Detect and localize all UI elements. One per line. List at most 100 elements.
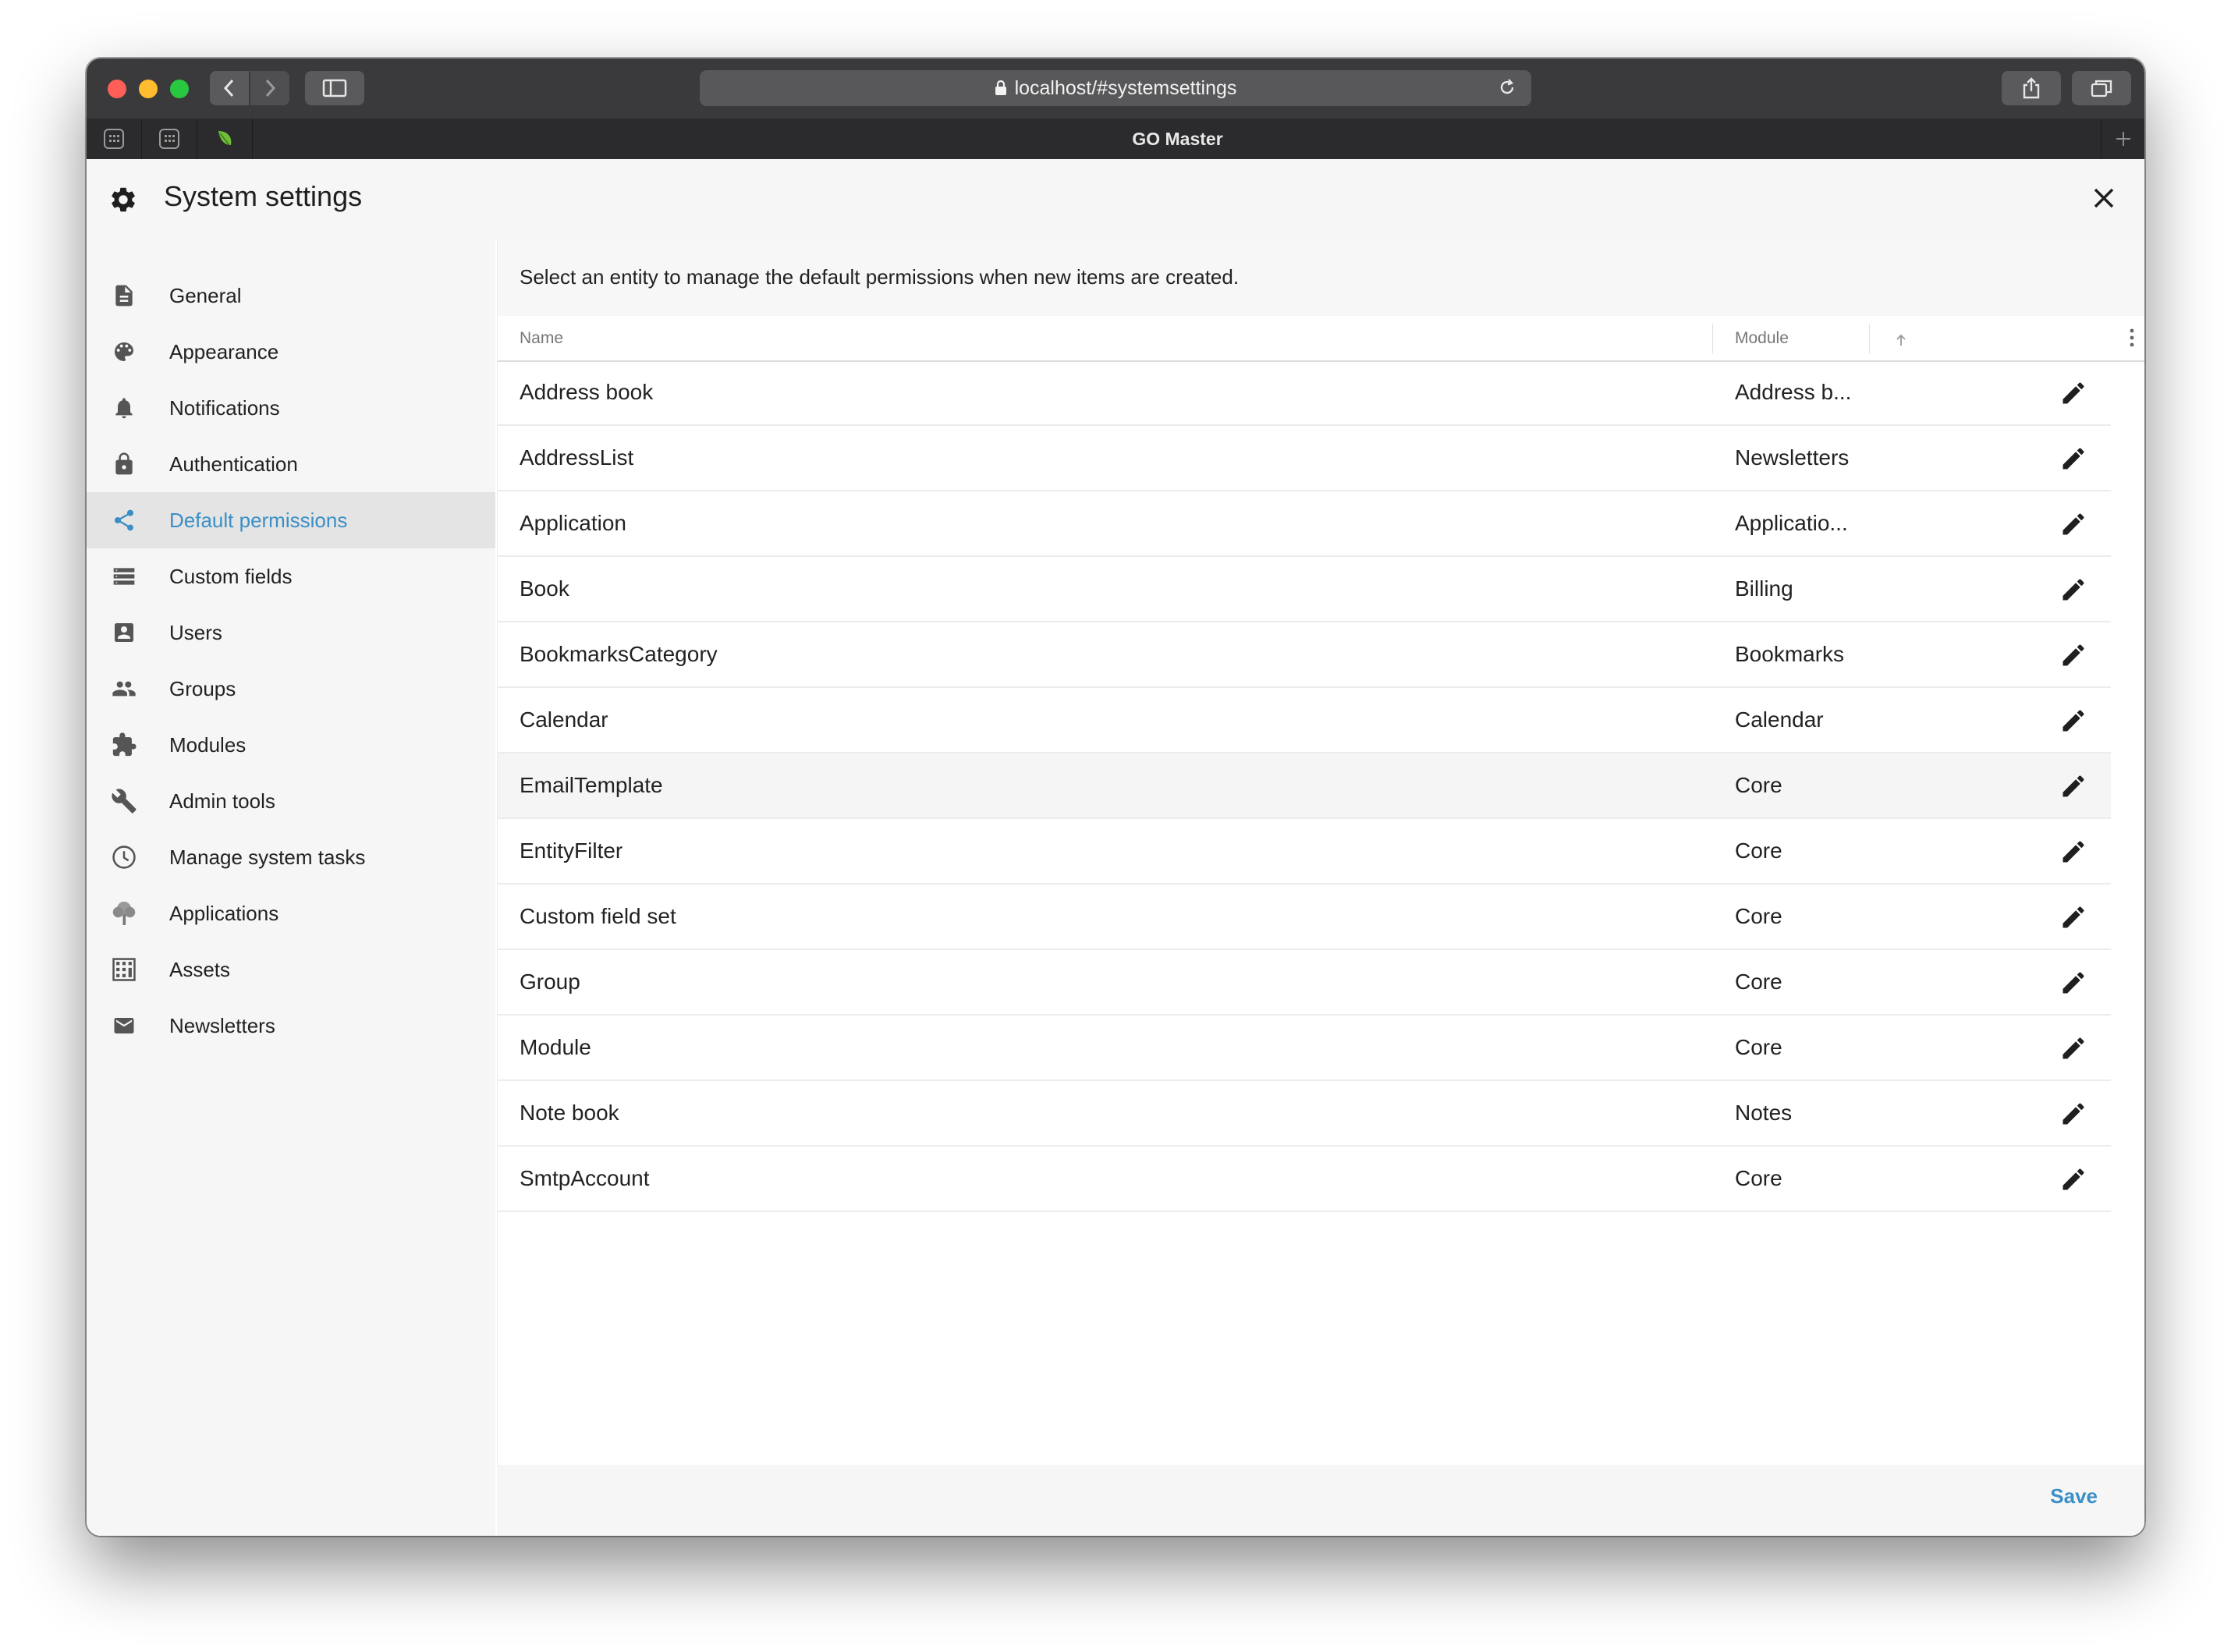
entity-module: Billing (1735, 576, 1793, 601)
sidebar-item-groups[interactable]: Groups (87, 661, 495, 717)
sidebar-item-label: Admin tools (169, 789, 275, 813)
main-content: Select an entity to manage the default p… (497, 240, 2144, 1536)
entity-module: Address b... (1735, 380, 1852, 404)
share-button[interactable] (2002, 71, 2061, 105)
palette-icon (110, 338, 138, 366)
sidebar-item-label: Default permissions (169, 508, 348, 532)
sidebar-toggle-button[interactable] (305, 71, 364, 105)
edit-icon[interactable] (2058, 509, 2089, 540)
column-divider[interactable] (1712, 324, 1713, 353)
entity-module: Core (1735, 838, 1782, 863)
close-window-button[interactable] (108, 80, 126, 98)
sidebar-item-general[interactable]: General (87, 268, 495, 324)
pinned-tab[interactable] (197, 119, 253, 159)
table-row[interactable]: Calendar Calendar (498, 688, 2111, 753)
sidebar-item-manage-system-tasks[interactable]: Manage system tasks (87, 829, 495, 885)
column-header-module[interactable]: Module (1735, 329, 1789, 348)
list-icon (110, 562, 138, 590)
sidebar-item-label: Newsletters (169, 1013, 275, 1037)
column-header-name[interactable]: Name (520, 329, 563, 348)
sidebar-item-notifications[interactable]: Notifications (87, 380, 495, 436)
edit-icon[interactable] (2058, 705, 2089, 736)
active-tab[interactable]: GO Master (254, 119, 2101, 159)
table-row[interactable]: Module Core (498, 1016, 2111, 1081)
sidebar-item-label: Authentication (169, 452, 298, 476)
table-row[interactable]: Note book Notes (498, 1081, 2111, 1147)
sidebar-item-label: Groups (169, 676, 236, 700)
sidebar-item-users[interactable]: Users (87, 604, 495, 661)
pinned-tab[interactable] (142, 119, 197, 159)
edit-icon[interactable] (2058, 443, 2089, 474)
table-row[interactable]: SmtpAccount Core (498, 1147, 2111, 1212)
entity-module: Calendar (1735, 707, 1824, 732)
address-bar[interactable]: localhost/#systemsettings (700, 70, 1531, 106)
sidebar-item-applications[interactable]: Applications (87, 885, 495, 941)
back-button[interactable] (210, 71, 249, 105)
minimize-window-button[interactable] (139, 80, 158, 98)
entity-module: Bookmarks (1735, 642, 1845, 666)
table-row[interactable]: AddressList Newsletters (498, 426, 2111, 491)
sidebar-item-default-permissions[interactable]: Default permissions (87, 492, 495, 548)
column-divider[interactable] (1869, 324, 1870, 353)
grid-app-icon (159, 129, 179, 149)
sort-ascending-icon[interactable] (1894, 333, 1908, 351)
table-row[interactable]: Custom field set Core (498, 884, 2111, 950)
entity-table: Address book Address b... AddressList Ne… (498, 360, 2111, 1212)
entity-name: SmtpAccount (520, 1166, 650, 1190)
edit-icon[interactable] (2058, 640, 2089, 671)
new-tab-button[interactable] (2101, 119, 2144, 159)
sidebar-item-newsletters[interactable]: Newsletters (87, 998, 495, 1054)
edit-icon[interactable] (2058, 1033, 2089, 1064)
table-row[interactable]: Application Applicatio... (498, 491, 2111, 557)
wrench-icon (110, 787, 138, 815)
sidebar-item-authentication[interactable]: Authentication (87, 436, 495, 492)
table-row[interactable]: EmailTemplate Core (498, 753, 2111, 819)
entity-name: Calendar (520, 707, 608, 732)
tab-overview-button[interactable] (2072, 71, 2131, 105)
table-row[interactable]: EntityFilter Core (498, 819, 2111, 884)
sidebar-item-admin-tools[interactable]: Admin tools (87, 773, 495, 829)
edit-icon[interactable] (2058, 902, 2089, 933)
browser-titlebar: localhost/#systemsettings (87, 58, 2144, 120)
table-row[interactable]: Group Core (498, 950, 2111, 1016)
browser-window: localhost/#systemsettings GO Master Syst… (87, 58, 2144, 1536)
edit-icon[interactable] (2058, 1098, 2089, 1129)
intro-text-panel: Select an entity to manage the default p… (498, 240, 2144, 316)
edit-icon[interactable] (2058, 574, 2089, 605)
document-icon (110, 282, 138, 310)
leaf-logo-icon (218, 131, 232, 146)
table-row[interactable]: Book Billing (498, 557, 2111, 622)
sidebar-item-modules[interactable]: Modules (87, 717, 495, 773)
entity-module: Core (1735, 1035, 1782, 1059)
tabs-icon (2091, 80, 2112, 97)
close-icon[interactable] (2088, 183, 2119, 218)
entity-name: Group (520, 970, 580, 994)
forward-button[interactable] (250, 71, 289, 105)
entity-name: Note book (520, 1101, 619, 1125)
edit-icon[interactable] (2058, 967, 2089, 998)
edit-icon[interactable] (2058, 378, 2089, 409)
more-vertical-icon[interactable] (2128, 327, 2136, 353)
entity-module: Core (1735, 1166, 1782, 1190)
edit-icon[interactable] (2058, 771, 2089, 802)
sidebar-item-custom-fields[interactable]: Custom fields (87, 548, 495, 604)
user-icon (110, 619, 138, 647)
edit-icon[interactable] (2058, 1164, 2089, 1195)
grid-app-icon (104, 129, 124, 149)
clock-icon (110, 843, 138, 871)
page-title: System settings (164, 180, 363, 212)
table-row[interactable]: BookmarksCategory Bookmarks (498, 622, 2111, 688)
save-button[interactable]: Save (2050, 1484, 2098, 1508)
pinned-tab[interactable] (87, 119, 142, 159)
sidebar-item-label: Applications (169, 901, 279, 925)
sidebar-item-appearance[interactable]: Appearance (87, 324, 495, 380)
edit-icon[interactable] (2058, 836, 2089, 867)
entity-module: Core (1735, 904, 1782, 928)
chevron-right-icon (265, 79, 276, 97)
reload-icon[interactable] (1497, 77, 1517, 97)
zoom-window-button[interactable] (170, 80, 189, 98)
sidebar-item-assets[interactable]: Assets (87, 941, 495, 998)
entity-name: AddressList (520, 445, 634, 470)
table-row[interactable]: Address book Address b... (498, 360, 2111, 426)
sidebar-item-label: Custom fields (169, 564, 293, 588)
